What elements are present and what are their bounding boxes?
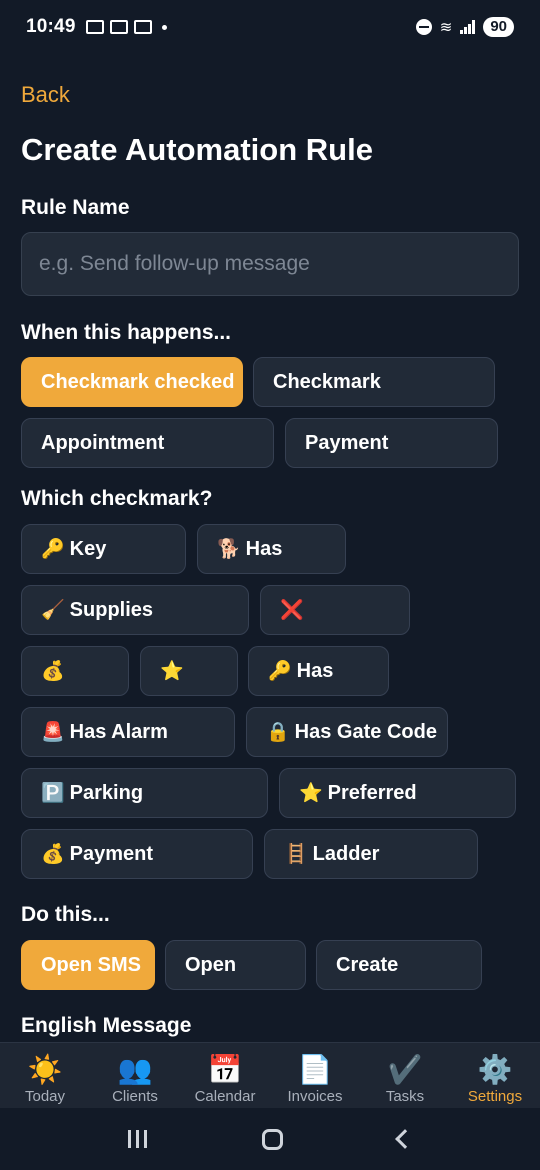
checkmark-option-label: Ladder — [312, 842, 380, 865]
trigger-label: When this happens... — [21, 321, 232, 344]
checkmark-option-label: Has — [245, 537, 283, 560]
rule-name-label: Rule Name — [21, 196, 130, 219]
more-notifications-dot-icon — [161, 24, 167, 30]
home-icon[interactable] — [261, 1128, 283, 1150]
checkmark-option-label: Supplies — [69, 598, 154, 621]
star-icon: ⭐ — [299, 783, 323, 804]
nav-label: Calendar — [194, 1088, 256, 1105]
checkmark-option-has-gate-code[interactable]: 🔒 Has Gate Code — [246, 707, 448, 757]
notification-icons — [85, 20, 167, 34]
checkmark-option-has-alarm[interactable]: 🚨 Has Alarm — [21, 707, 235, 757]
action-option-label: Create — [336, 953, 399, 976]
checkmark-option-label: Key — [69, 537, 107, 560]
english-message-label: English Message — [21, 1014, 192, 1037]
star-icon: ⭐ — [160, 661, 184, 682]
nav-item-calendar[interactable]: 📅 Calendar — [180, 1043, 270, 1108]
nav-label: Invoices — [287, 1088, 343, 1105]
checkmark-option-has-dog[interactable]: 🐕 Has — [197, 524, 346, 574]
key-icon: 🔑 — [41, 539, 65, 560]
key-icon: 🔑 — [268, 661, 292, 682]
action-label: Do this... — [21, 903, 110, 926]
trigger-option-payment[interactable]: Payment — [285, 418, 498, 468]
checkmark-option-ladder[interactable]: 🪜 Ladder — [264, 829, 478, 879]
trigger-option-label: Checkmark checked — [41, 370, 235, 393]
gear-icon: ⚙️ — [477, 1054, 513, 1085]
trigger-option-checkmark[interactable]: Checkmark — [253, 357, 495, 407]
signal-icon — [460, 20, 476, 34]
cast-notification-icon — [109, 20, 128, 34]
trigger-option-label: Checkmark — [273, 370, 381, 393]
checkmark-label: Which checkmark? — [21, 487, 213, 510]
system-nav-bar — [0, 1108, 540, 1170]
nav-label: Clients — [112, 1088, 158, 1105]
back-button[interactable]: Back — [21, 82, 70, 108]
trigger-option-checkmark-checked[interactable]: Checkmark checked — [21, 357, 243, 407]
status-bar: 10:49 ≋ 90 — [0, 0, 540, 54]
nav-label: Tasks — [385, 1088, 425, 1105]
money-bag-icon: 💰 — [41, 844, 65, 865]
checkmark-option-has-key[interactable]: 🔑 Has — [248, 646, 389, 696]
checkmark-option-label: Has — [296, 659, 334, 682]
checkmark-icon: ✔️ — [387, 1054, 423, 1085]
money-bag-icon: 💰 — [41, 661, 65, 682]
checkmark-option-payment[interactable]: 💰 Payment — [21, 829, 253, 879]
alarm-light-icon: 🚨 — [41, 722, 65, 743]
nav-item-clients[interactable]: 👥 Clients — [90, 1043, 180, 1108]
wifi-icon: ≋ — [439, 19, 453, 36]
action-option-open-sms[interactable]: Open SMS — [21, 940, 155, 990]
action-option-open[interactable]: Open — [165, 940, 306, 990]
broom-icon: 🧹 — [41, 600, 65, 621]
dog-icon: 🐕 — [217, 539, 241, 560]
action-option-create[interactable]: Create — [316, 940, 482, 990]
bottom-nav: ☀️ Today 👥 Clients 📅 Calendar 📄 Invoices… — [0, 1042, 540, 1108]
document-icon: 📄 — [297, 1054, 333, 1085]
nav-item-today[interactable]: ☀️ Today — [0, 1043, 90, 1108]
nav-label: Today — [24, 1088, 66, 1105]
checkmark-option-preferred[interactable]: ⭐ Preferred — [279, 768, 516, 818]
action-option-label: Open SMS — [41, 953, 142, 976]
checkmark-option-star[interactable]: ⭐ — [140, 646, 238, 696]
back-arrow-icon[interactable] — [395, 1129, 416, 1149]
do-not-disturb-icon — [415, 19, 432, 35]
cross-mark-icon: ❌ — [280, 600, 304, 621]
nav-item-invoices[interactable]: 📄 Invoices — [270, 1043, 360, 1108]
checkmark-option-label: Parking — [69, 781, 144, 804]
trigger-option-label: Appointment — [41, 431, 165, 454]
lock-icon: 🔒 — [266, 722, 290, 743]
recent-apps-icon[interactable] — [127, 1130, 147, 1148]
ladder-icon: 🪜 — [284, 844, 308, 865]
status-time: 10:49 — [26, 16, 76, 37]
page-title: Create Automation Rule — [21, 132, 373, 167]
parking-icon: 🅿️ — [41, 783, 65, 804]
action-option-label: Open — [185, 953, 237, 976]
nav-label: Settings — [467, 1088, 523, 1105]
nav-item-tasks[interactable]: ✔️ Tasks — [360, 1043, 450, 1108]
trigger-option-label: Payment — [305, 431, 389, 454]
calendar-icon: 📅 — [207, 1054, 243, 1085]
checkmark-option-label: Payment — [69, 842, 154, 865]
calendar-notification-icon — [85, 20, 104, 34]
checkmark-option-money[interactable]: 💰 — [21, 646, 129, 696]
battery-indicator: 90 — [483, 17, 514, 37]
checkmark-option-label: Has Gate Code — [294, 720, 437, 743]
checkmark-option-parking[interactable]: 🅿️ Parking — [21, 768, 268, 818]
sun-icon: ☀️ — [27, 1054, 63, 1085]
nav-item-settings[interactable]: ⚙️ Settings — [450, 1043, 540, 1108]
checkmark-option-cross[interactable]: ❌ — [260, 585, 410, 635]
trigger-option-appointment[interactable]: Appointment — [21, 418, 274, 468]
people-icon: 👥 — [117, 1054, 153, 1085]
checkmark-option-supplies[interactable]: 🧹 Supplies — [21, 585, 249, 635]
checkmark-option-label: Preferred — [327, 781, 417, 804]
checkmark-option-label: Has Alarm — [69, 720, 168, 743]
rule-name-input[interactable] — [21, 232, 519, 296]
screenshot-notification-icon — [133, 20, 152, 34]
checkmark-option-key[interactable]: 🔑 Key — [21, 524, 186, 574]
